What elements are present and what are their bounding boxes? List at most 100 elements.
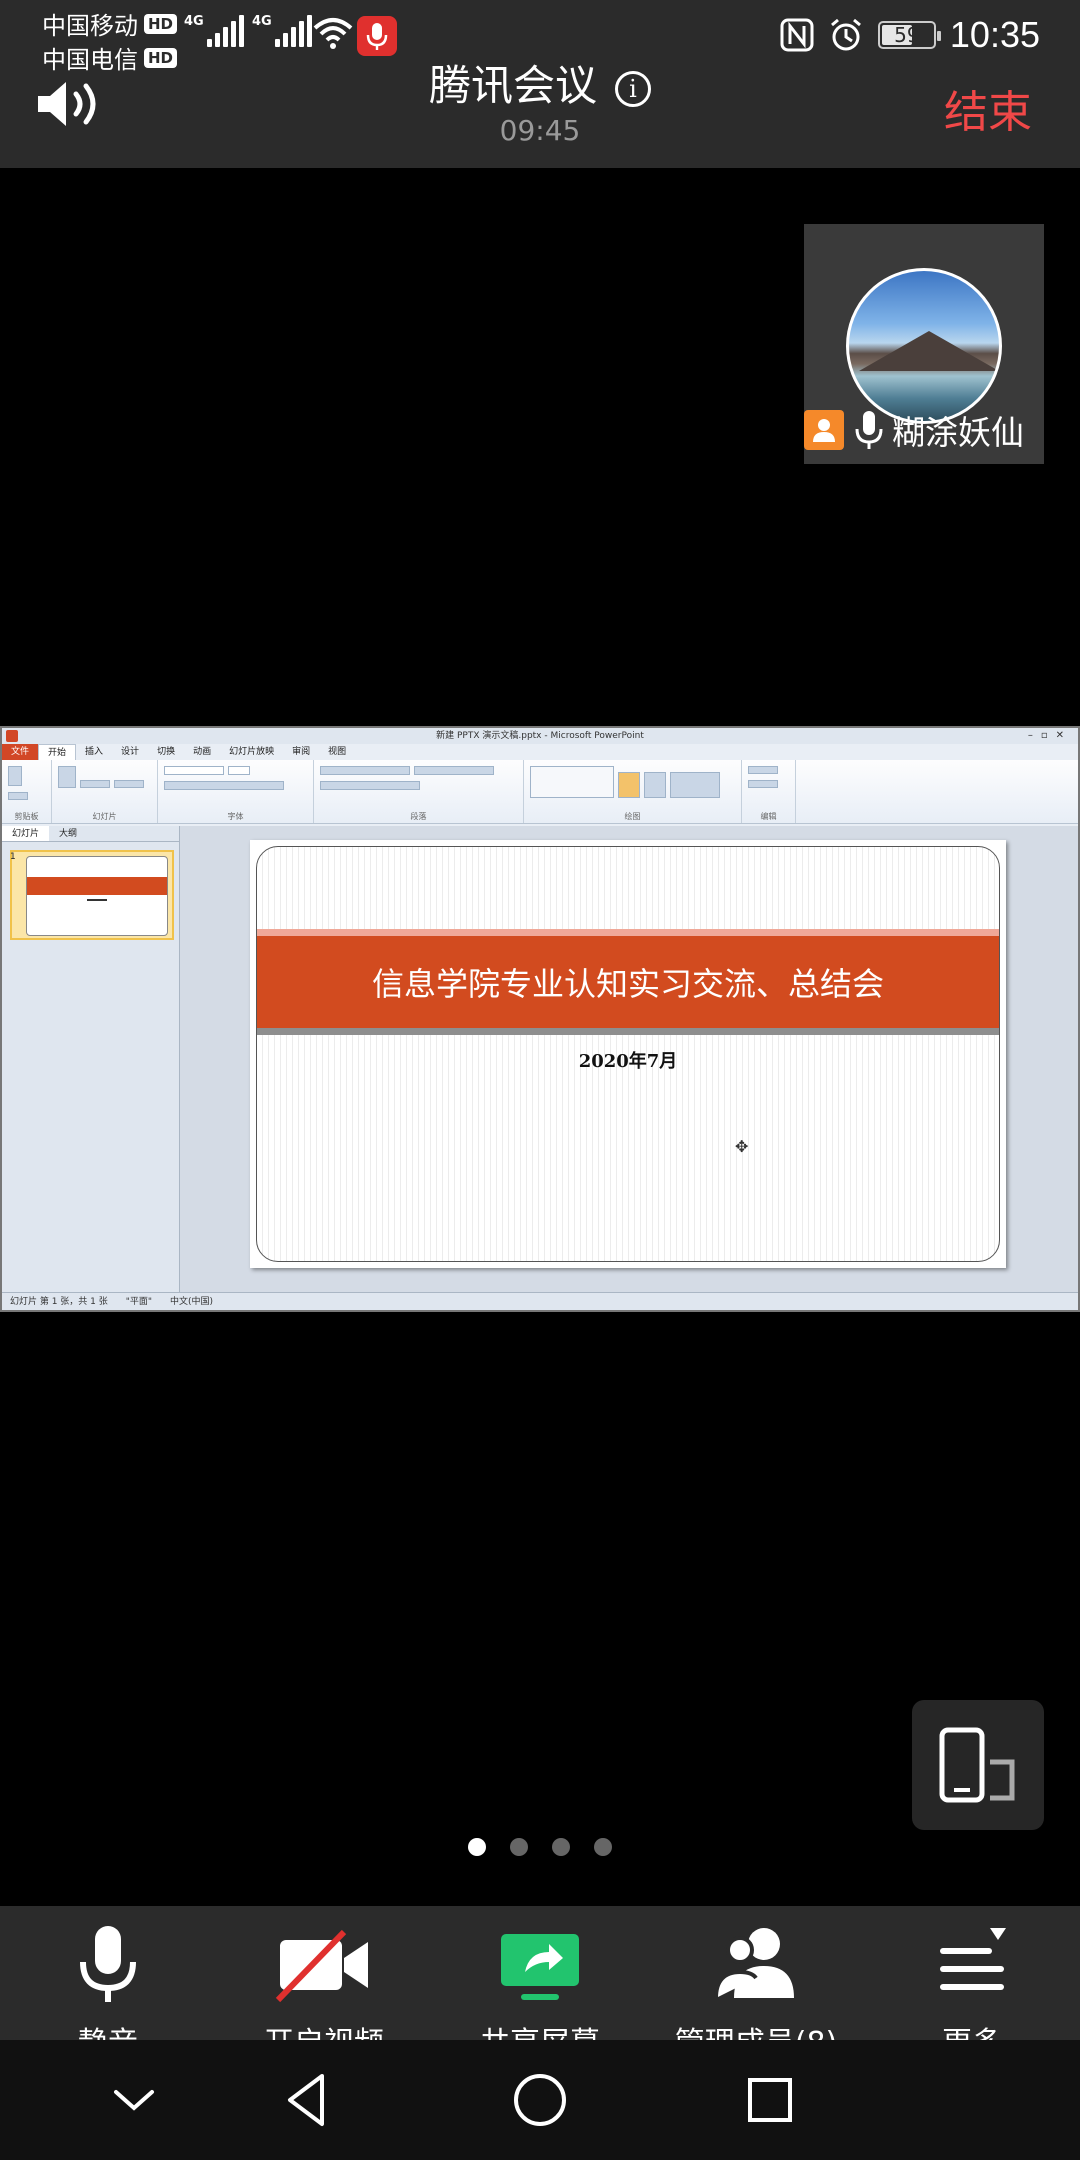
slide-date: 2020年7月	[578, 1051, 678, 1072]
slide-title: 信息学院专业认知实习交流、总结会	[371, 965, 884, 1003]
ppt-panel-tabs: 幻灯片 大纲	[2, 826, 179, 842]
ppt-window-title: 新建 PPTX 演示文稿.pptx - Microsoft PowerPoint	[436, 731, 644, 741]
ppt-panel-tab-slides: 幻灯片	[2, 826, 50, 841]
manage-members-button[interactable]: 管理成员(8)	[648, 1906, 864, 2040]
clock: 10:35	[949, 14, 1040, 55]
system-nav-bar	[0, 2040, 1080, 2160]
status-right: 59 10:35	[780, 14, 1040, 56]
participant-footer: 糊涂妖仙	[804, 408, 1044, 452]
mute-label: 静音	[0, 2018, 216, 2040]
share-screen-button[interactable]: 共享屏幕	[432, 1906, 648, 2040]
nfc-icon	[780, 18, 814, 52]
ppt-tab-slideshow: 幻灯片放映	[229, 747, 275, 757]
phone-switch-icon	[939, 1727, 1015, 1803]
ppt-tab-home: 开始	[38, 744, 77, 760]
powerpoint-icon	[6, 730, 18, 742]
ribbon-group-drawing-label: 绘图	[624, 812, 641, 821]
ppt-slide-panel: 幻灯片 大纲 1	[2, 826, 180, 1292]
slide-thumbnail: 1	[10, 850, 174, 940]
network-type-1: 4G	[184, 14, 204, 29]
window-controls: –▫✕	[1027, 730, 1072, 741]
ppt-tab-review: 审阅	[292, 747, 311, 757]
ppt-tab-insert: 插入	[85, 747, 104, 757]
slide-title-band: 信息学院专业认知实习交流、总结会	[257, 936, 999, 1028]
participant-mic-icon	[855, 411, 883, 449]
more-menu-icon	[940, 1928, 1006, 1990]
ribbon-group-paragraph-label: 段落	[410, 812, 427, 821]
start-video-button[interactable]: 开启视频	[216, 1906, 432, 2040]
nav-home-icon[interactable]	[508, 2068, 572, 2132]
network-type-2: 4G	[252, 14, 272, 29]
more-label: 更多	[864, 2018, 1080, 2040]
battery-level: 59	[894, 23, 920, 47]
meeting-toolbar: 静音 开启视频 共享屏幕 管理成员(8) 更	[0, 1906, 1080, 2040]
move-cursor-icon: ✥	[735, 1137, 749, 1156]
ribbon-group-editing: 编辑	[742, 760, 796, 823]
ribbon-group-drawing: 绘图	[524, 760, 742, 823]
avatar	[846, 268, 1002, 424]
mic-icon	[80, 1926, 136, 2002]
carrier-1: 中国移动 HD	[42, 6, 178, 41]
start-video-label: 开启视频	[216, 2018, 432, 2040]
ppt-slide-editor: 信息学院专业认知实习交流、总结会 2020年7月 ✥	[180, 826, 1078, 1292]
mute-button[interactable]: 静音	[0, 1906, 216, 2040]
alarm-icon	[830, 18, 861, 51]
ribbon-group-editing-label: 编辑	[760, 812, 777, 821]
meeting-timer: 09:45	[499, 114, 581, 147]
video-off-icon	[275, 1929, 368, 2003]
manage-members-label: 管理成员(8)	[648, 2018, 864, 2040]
page-dot[interactable]	[594, 1838, 612, 1856]
ppt-status-theme: "平面"	[125, 1297, 153, 1307]
ppt-workspace: 幻灯片 大纲 1 信息学院专业认知实习交流、总结会 2020年7月 ✥	[2, 826, 1078, 1292]
battery-icon: 59	[877, 21, 941, 49]
nav-back-icon[interactable]	[278, 2068, 342, 2132]
ppt-status-slide-count: 幻灯片 第 1 张，共 1 张	[10, 1297, 108, 1307]
members-icon	[714, 1928, 794, 1999]
slide-thumbnail-preview	[26, 856, 168, 936]
page-indicator	[0, 1838, 1080, 1856]
top-bar: 中国移动 HD 中国电信 HD 4G 4G 59 10:35 腾讯会议 i 09…	[0, 0, 1080, 168]
nav-recents-icon[interactable]	[738, 2068, 802, 2132]
participant-video-tile[interactable]: 糊涂妖仙	[804, 224, 1044, 464]
ppt-tab-view: 视图	[328, 747, 347, 757]
ribbon-group-clipboard-label: 剪贴板	[14, 812, 39, 821]
ppt-status-bar: 幻灯片 第 1 张，共 1 张 "平面" 中文(中国)	[2, 1292, 1078, 1310]
ppt-ribbon: 剪贴板 幻灯片 字体 段落 绘图 编辑	[2, 760, 1078, 824]
ribbon-group-slides: 幻灯片	[52, 760, 158, 823]
page-dot[interactable]	[468, 1838, 486, 1856]
more-button[interactable]: 更多	[864, 1906, 1080, 2040]
ppt-tab-transitions: 切换	[157, 747, 176, 757]
meeting-title-label: 腾讯会议	[428, 61, 597, 110]
mic-active-icon	[357, 16, 397, 56]
ribbon-group-font-label: 字体	[227, 812, 244, 821]
ppt-title-bar: 新建 PPTX 演示文稿.pptx - Microsoft PowerPoint…	[2, 728, 1078, 744]
participant-name: 糊涂妖仙	[892, 413, 1024, 452]
ribbon-group-font: 字体	[158, 760, 314, 823]
slide-thumbnail-number: 1	[10, 852, 16, 862]
carrier-1-label: 中国移动	[42, 12, 138, 40]
slide: 信息学院专业认知实习交流、总结会 2020年7月 ✥	[250, 840, 1006, 1268]
nav-collapse-icon[interactable]	[102, 2068, 166, 2132]
ppt-status-language: 中文(中国)	[170, 1297, 214, 1307]
page-dot[interactable]	[510, 1838, 528, 1856]
ribbon-group-paragraph: 段落	[314, 760, 524, 823]
share-screen-label: 共享屏幕	[432, 2018, 648, 2040]
page-dot[interactable]	[552, 1838, 570, 1856]
ppt-panel-tab-outline: 大纲	[59, 829, 78, 839]
host-icon	[804, 410, 844, 450]
signal-2-icon: 4G	[252, 14, 315, 47]
switch-view-button[interactable]	[912, 1700, 1044, 1830]
shared-screen[interactable]: 新建 PPTX 演示文稿.pptx - Microsoft PowerPoint…	[0, 726, 1080, 1312]
signal-1-icon: 4G	[184, 14, 247, 47]
hd-badge: HD	[144, 13, 178, 34]
share-screen-icon	[501, 1934, 579, 2000]
info-icon[interactable]: i	[615, 70, 651, 107]
ppt-ribbon-tabs: 文件 开始 插入 设计 切换 动画 幻灯片放映 审阅 视图	[2, 744, 1078, 760]
end-meeting-button[interactable]: 结束	[944, 76, 1032, 140]
ppt-tab-animations: 动画	[193, 747, 212, 757]
ppt-tab-design: 设计	[121, 747, 140, 757]
ppt-tab-file: 文件	[2, 744, 39, 760]
meeting-title[interactable]: 腾讯会议 i	[0, 52, 1080, 113]
ribbon-group-slides-label: 幻灯片	[92, 812, 117, 821]
wifi-icon	[313, 18, 353, 49]
